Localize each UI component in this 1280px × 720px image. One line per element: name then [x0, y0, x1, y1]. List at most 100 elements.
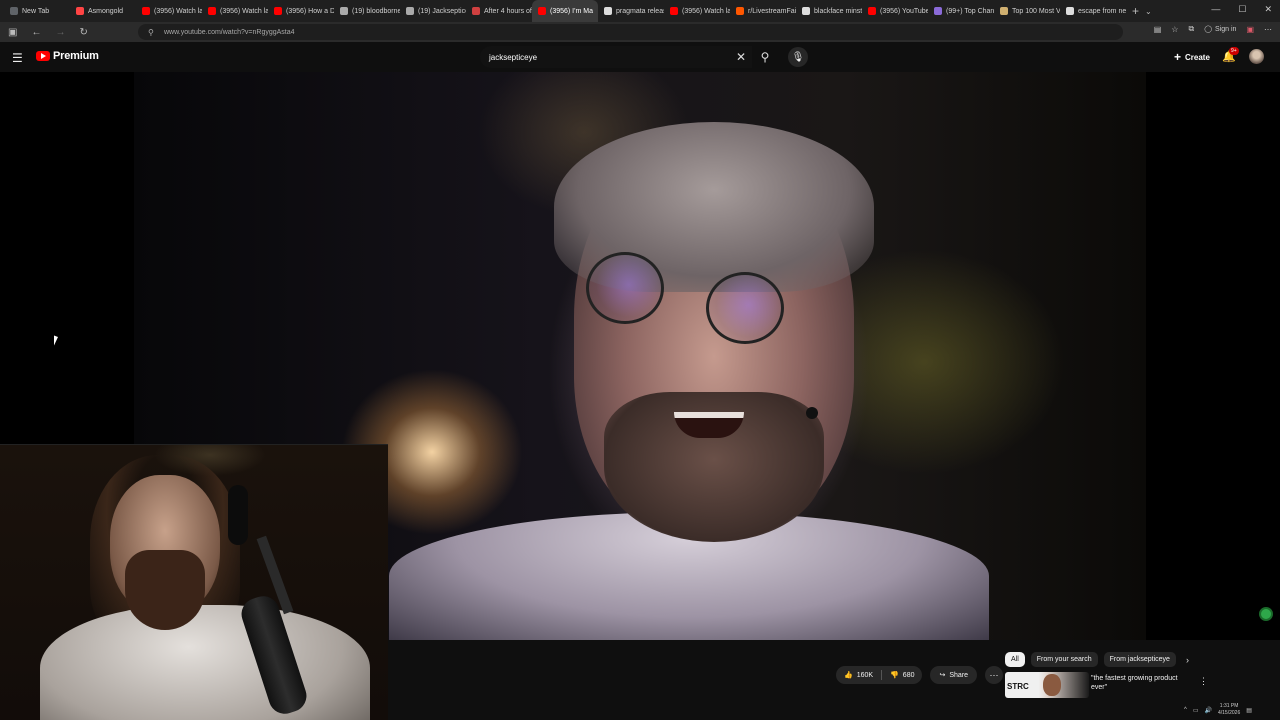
extension-icon[interactable]: ▣: [1246, 25, 1254, 34]
tab-label: (3956) YouTube: [880, 7, 928, 15]
forward-icon[interactable]: →: [55, 27, 65, 38]
recommended-video[interactable]: STRC "the fastest growing product ever" …: [1005, 672, 1208, 698]
extensions-icon[interactable]: ⧉: [1188, 24, 1194, 34]
video-thumbnail[interactable]: STRC: [1005, 672, 1089, 698]
sign-in-button[interactable]: ◯ Sign in: [1204, 25, 1237, 34]
youtube-logo[interactable]: Premium: [36, 50, 99, 62]
tab-favicon-icon: [934, 7, 942, 15]
address-bar[interactable]: ⚲ www.youtube.com/watch?v=nRgyggAsta4: [138, 24, 1123, 40]
share-button[interactable]: ↪ Share: [930, 666, 978, 684]
chip-from-your-search[interactable]: From your search: [1030, 652, 1098, 667]
browser-tab[interactable]: (19) bloodborne: [334, 0, 400, 22]
thumbs-down-icon: 👎: [890, 672, 899, 679]
glasses-left-lens: [586, 252, 664, 324]
chip-all[interactable]: All: [1005, 652, 1025, 667]
more-vertical-icon[interactable]: ⋮: [1199, 676, 1208, 687]
account-avatar[interactable]: [1249, 49, 1264, 64]
browser-tab[interactable]: (3956) Watch lat: [664, 0, 730, 22]
volume-icon[interactable]: 🔊: [1205, 707, 1212, 714]
browser-toolbar-right: ▤ ☆ ⧉ ◯ Sign in ▣ ⋯: [1154, 24, 1272, 34]
browser-tab[interactable]: r/LivestreamFail: [730, 0, 796, 22]
tab-list: New Tab Asmongold (3956) Watch lat (3956) W…: [4, 0, 1126, 22]
tab-label: New Tab: [22, 7, 50, 15]
browser-tab[interactable]: (3956) Watch lat: [202, 0, 268, 22]
tab-label: escape from nev: [1078, 7, 1126, 15]
favorite-star-icon[interactable]: ☆: [1171, 25, 1178, 34]
clear-search-icon[interactable]: ✕: [736, 50, 746, 64]
chevron-right-icon[interactable]: ›: [1186, 655, 1189, 665]
tab-favicon-icon: [868, 7, 876, 15]
search-query: jacksepticeye: [489, 52, 538, 62]
streamer-beard: [125, 550, 205, 630]
network-icon[interactable]: ▭: [1193, 707, 1199, 714]
tab-favicon-icon: [1066, 7, 1074, 15]
status-indicator: [1259, 607, 1273, 621]
tab-label: (19) Jacksepticey: [418, 7, 466, 15]
back-icon[interactable]: ←: [31, 27, 41, 38]
browser-tab[interactable]: (3956) How a D: [268, 0, 334, 22]
browser-tab[interactable]: After 4 hours of: [466, 0, 532, 22]
system-clock[interactable]: 1:31 PM 4/15/2026: [1218, 703, 1240, 717]
reload-icon[interactable]: ↻: [79, 27, 87, 38]
browser-tab[interactable]: New Tab: [4, 0, 70, 22]
sign-in-label: Sign in: [1215, 25, 1237, 33]
search-input[interactable]: jacksepticeye ✕: [480, 46, 752, 68]
chip-from-channel[interactable]: From jacksepticeye: [1103, 652, 1176, 667]
url-text: www.youtube.com/watch?v=nRgyggAsta4: [164, 28, 295, 36]
menu-icon[interactable]: ☰: [12, 51, 23, 65]
tab-label: (3956) How a D: [286, 7, 334, 15]
tab-label: r/LivestreamFail: [748, 7, 796, 15]
search-button[interactable]: ⚲: [752, 46, 778, 68]
like-button[interactable]: 👍 160K: [836, 666, 881, 684]
browser-tab[interactable]: (3956) YouTube: [862, 0, 928, 22]
more-actions-button[interactable]: ⋯: [985, 666, 1004, 684]
create-button[interactable]: + Create: [1166, 48, 1218, 66]
browser-tab[interactable]: pragmata releas: [598, 0, 664, 22]
browser-tab[interactable]: (19) Jacksepticey: [400, 0, 466, 22]
window-controls: — ☐ ✕: [1211, 4, 1272, 15]
browser-tab[interactable]: blackface minstr: [796, 0, 862, 22]
glasses-right-lens: [706, 272, 784, 344]
dislike-count: 680: [902, 671, 915, 679]
share-label: Share: [949, 671, 969, 679]
tab-search-icon[interactable]: ⌄: [1145, 7, 1152, 16]
youtube-header: ☰ Premium jacksepticeye ✕ ⚲ 🎙 + Create 🔔…: [0, 42, 1280, 72]
tray-chevron-icon[interactable]: ^: [1184, 707, 1187, 713]
share-icon: ↪: [939, 672, 946, 679]
voice-search-button[interactable]: 🎙: [788, 47, 808, 67]
search-icon: ⚲: [760, 50, 770, 64]
clock-date: 4/15/2026: [1217, 710, 1241, 716]
sidebar-toggle-icon[interactable]: ▣: [8, 27, 17, 38]
tab-favicon-icon: [670, 7, 678, 15]
logo-text: Premium: [53, 50, 99, 62]
tab-favicon-icon: [1000, 7, 1008, 15]
tab-label: (3956) Watch lat: [682, 7, 730, 15]
dislike-button[interactable]: 👎 680: [882, 666, 922, 684]
browser-tab[interactable]: Asmongold: [70, 0, 136, 22]
recommendation-chips: All From your search From jacksepticeye: [1005, 652, 1176, 667]
tab-label: (19) bloodborne: [352, 7, 400, 15]
browser-menu-icon[interactable]: ⋯: [1264, 25, 1272, 34]
tab-label: Top 100 Most Vi: [1012, 7, 1060, 15]
earring: [806, 407, 818, 419]
more-horizontal-icon: ⋯: [989, 669, 999, 680]
site-info-icon[interactable]: ⚲: [148, 28, 154, 37]
browser-tab[interactable]: Top 100 Most Vi: [994, 0, 1060, 22]
browser-tab[interactable]: (99+) Top Chann: [928, 0, 994, 22]
close-window-icon[interactable]: ✕: [1264, 4, 1272, 15]
browser-tab[interactable]: (3956) Watch lat: [136, 0, 202, 22]
thumbs-up-icon: 👍: [844, 672, 853, 679]
reader-mode-icon[interactable]: ▤: [1154, 25, 1162, 34]
tab-label: (99+) Top Chann: [946, 7, 994, 15]
like-count: 160K: [856, 671, 874, 679]
maximize-icon[interactable]: ☐: [1238, 4, 1246, 15]
recommended-video-title[interactable]: "the fastest growing product ever": [1091, 674, 1195, 692]
new-tab-button[interactable]: +: [1132, 4, 1139, 18]
minimize-icon[interactable]: —: [1211, 4, 1220, 15]
browser-tab[interactable]: (3956) I'm Ma✕: [532, 0, 598, 22]
plus-icon: +: [1174, 50, 1182, 64]
microphone-icon: 🎙: [791, 51, 805, 63]
browser-tab[interactable]: escape from nev: [1060, 0, 1126, 22]
webcam-overlay: [0, 444, 388, 720]
notification-center-icon[interactable]: ▤: [1246, 707, 1252, 714]
